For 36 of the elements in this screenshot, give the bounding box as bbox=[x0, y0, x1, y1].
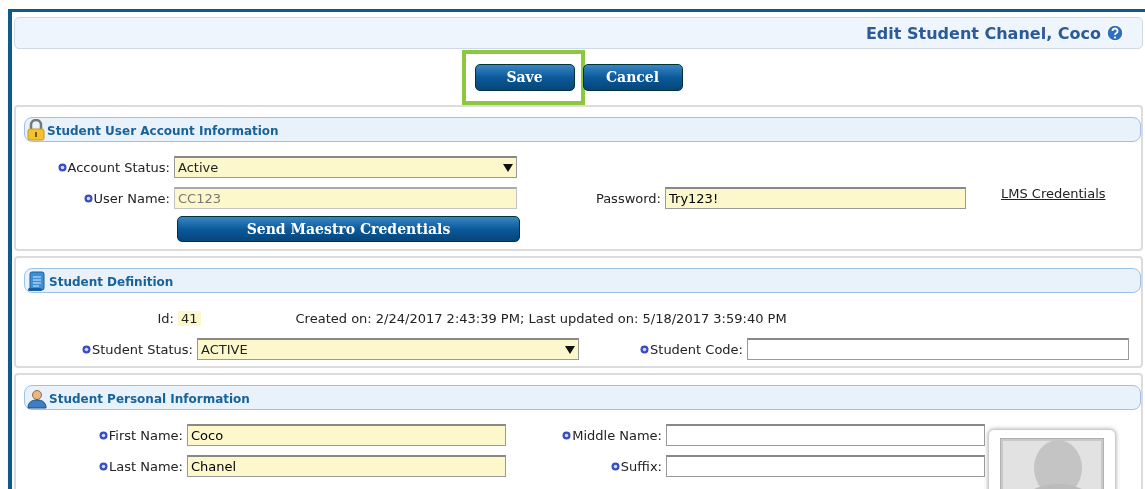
field-label: Middle Name: bbox=[572, 427, 662, 443]
field-label: User Name: bbox=[93, 190, 170, 206]
input-field[interactable] bbox=[747, 338, 1129, 360]
help-icon[interactable] bbox=[1106, 24, 1124, 42]
input-field[interactable]: Try123! bbox=[665, 187, 966, 209]
id-value: 41 bbox=[178, 310, 201, 326]
padlock-icon bbox=[27, 119, 45, 141]
dropdown-value: ACTIVE bbox=[201, 342, 248, 357]
dropdown[interactable]: ACTIVE bbox=[197, 338, 579, 360]
field-label: Password: bbox=[595, 190, 661, 206]
field-label: Account Status: bbox=[67, 159, 170, 175]
input-field[interactable] bbox=[666, 455, 985, 477]
dropdown[interactable]: Active bbox=[174, 156, 517, 178]
dropdown-arrow-icon bbox=[503, 163, 513, 172]
section-title: Student Personal Information bbox=[49, 392, 250, 408]
timestamp-text: Created on: 2/24/2017 2:43:39 PM; Last updated on: 5/18/2017 3:59:40 PM bbox=[295, 310, 787, 326]
send-credentials-button[interactable]: Send Maestro Credentials bbox=[177, 216, 520, 242]
input-field[interactable] bbox=[666, 424, 985, 446]
page-title: Edit Student Chanel, Coco bbox=[865, 23, 1101, 43]
save-button[interactable]: Save bbox=[474, 63, 575, 91]
field-label: First Name: bbox=[108, 427, 183, 443]
field-label: Student Status: bbox=[91, 341, 193, 357]
input-field[interactable]: Chanel bbox=[187, 455, 506, 477]
scroll-icon bbox=[27, 270, 47, 292]
section-title: Student Definition bbox=[49, 275, 174, 291]
person-icon bbox=[27, 389, 47, 409]
field-label: Id: bbox=[157, 310, 174, 326]
cancel-button[interactable]: Cancel bbox=[582, 63, 683, 91]
input-field[interactable]: Coco bbox=[187, 424, 506, 446]
section-title: Student User Account Information bbox=[47, 124, 279, 140]
field-label: Suffix: bbox=[620, 458, 662, 474]
dropdown-value: Active bbox=[178, 160, 219, 175]
field-label: Last Name: bbox=[109, 458, 183, 474]
credentials-link[interactable]: LMS Credentials bbox=[1001, 186, 1106, 201]
field-label: Student Code: bbox=[650, 341, 743, 357]
dropdown-arrow-icon bbox=[565, 345, 575, 354]
